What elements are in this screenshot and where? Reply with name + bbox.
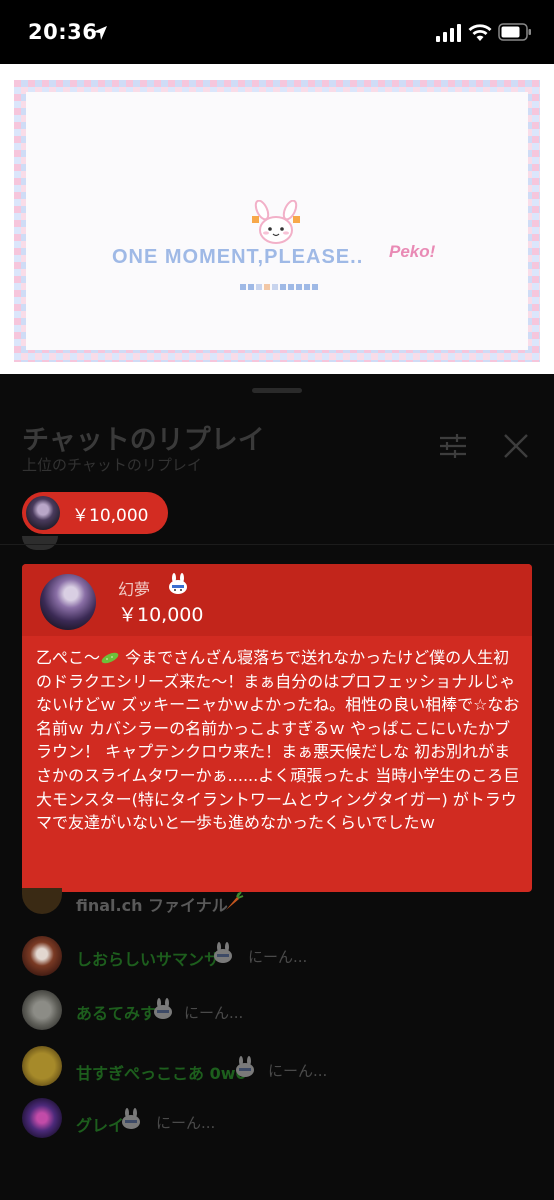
message-text: 乙ぺこ〜 bbox=[36, 648, 101, 667]
bunny-badge-icon bbox=[169, 573, 187, 594]
avatar bbox=[22, 990, 62, 1030]
chat-message: にーん... bbox=[184, 1004, 244, 1022]
bunny-badge-icon bbox=[236, 1056, 254, 1077]
bunny-badge-icon bbox=[214, 942, 232, 963]
chat-author: しおらしいサマンサ bbox=[76, 950, 221, 969]
avatar bbox=[40, 574, 96, 630]
bunny-badge-icon bbox=[122, 1108, 140, 1129]
carrot-icon bbox=[226, 891, 244, 910]
superchat-author: 幻夢 bbox=[118, 580, 151, 599]
chat-author: グレイ bbox=[76, 1116, 125, 1135]
avatar bbox=[22, 936, 62, 976]
list-item[interactable]: final.ch ファイナル bbox=[22, 888, 532, 928]
pekora-mascot-icon bbox=[252, 200, 300, 244]
superchat-message: 乙ぺこ〜 今までさんざん寝落ちで送れなかったけど僕の人生初のドラクエシリーズ来た… bbox=[36, 646, 522, 835]
chat-message: にーん... bbox=[248, 948, 308, 966]
list-item[interactable]: 甘すぎぺっここあ 0w0 にーん... bbox=[22, 1046, 532, 1086]
message-text: 今までさんざん寝落ちで送れなかったけど僕の人生初のドラクエシリーズ来た〜！まぁ自… bbox=[36, 648, 520, 833]
pinned-donation-pill[interactable]: ￥10,000 bbox=[22, 492, 168, 534]
video-message: ONE MOMENT,PLEASE.. bbox=[112, 246, 364, 268]
superchat-card[interactable]: 幻夢 ￥10,000 乙ぺこ〜 今までさんざん寝落ちで送れなかったけど僕の人生初… bbox=[22, 564, 532, 892]
status-time: 20:36 bbox=[28, 20, 98, 44]
divider bbox=[0, 544, 554, 545]
loading-indicator bbox=[240, 284, 318, 290]
chat-replay-panel: チャットのリプレイ 上位のチャットのリプレイ ￥10,000 幻夢 ￥10,00… bbox=[0, 374, 554, 1200]
bunny-badge-icon bbox=[154, 998, 172, 1019]
superchat-header: 幻夢 ￥10,000 bbox=[22, 564, 532, 636]
list-item[interactable]: グレイ にーん... bbox=[22, 1098, 532, 1138]
wifi-icon bbox=[468, 24, 492, 41]
cucumber-emoji-icon bbox=[101, 652, 119, 664]
location-arrow-icon bbox=[93, 26, 107, 40]
status-bar: 20:36 bbox=[0, 0, 554, 64]
video-signature: Peko! bbox=[389, 242, 436, 261]
list-item[interactable]: しおらしいサマンサ にーん... bbox=[22, 936, 532, 976]
cellular-signal-icon bbox=[436, 24, 461, 42]
chat-author: 甘すぎぺっここあ 0w0 bbox=[76, 1064, 247, 1083]
chat-message: にーん... bbox=[156, 1114, 216, 1132]
avatar bbox=[22, 1098, 62, 1138]
list-item[interactable]: あるてみす にーん... bbox=[22, 990, 532, 1030]
avatar bbox=[22, 536, 58, 550]
close-icon[interactable] bbox=[502, 432, 530, 460]
avatar bbox=[22, 888, 62, 914]
chat-author: final.ch ファイナル bbox=[76, 896, 228, 915]
filter-sliders-icon[interactable] bbox=[438, 432, 468, 460]
donation-amount: ￥10,000 bbox=[72, 505, 149, 526]
panel-subtitle[interactable]: 上位のチャットのリプレイ bbox=[22, 454, 202, 475]
chat-message: にーん... bbox=[268, 1062, 328, 1080]
drag-handle[interactable] bbox=[252, 388, 302, 393]
panel-title: チャットのリプレイ bbox=[22, 425, 265, 456]
video-player[interactable]: ONE MOMENT,PLEASE.. Peko! bbox=[0, 64, 554, 374]
chat-author: あるてみす bbox=[76, 1004, 157, 1023]
superchat-amount: ￥10,000 bbox=[118, 604, 204, 626]
battery-icon bbox=[498, 23, 531, 41]
avatar bbox=[22, 1046, 62, 1086]
avatar bbox=[26, 496, 60, 530]
